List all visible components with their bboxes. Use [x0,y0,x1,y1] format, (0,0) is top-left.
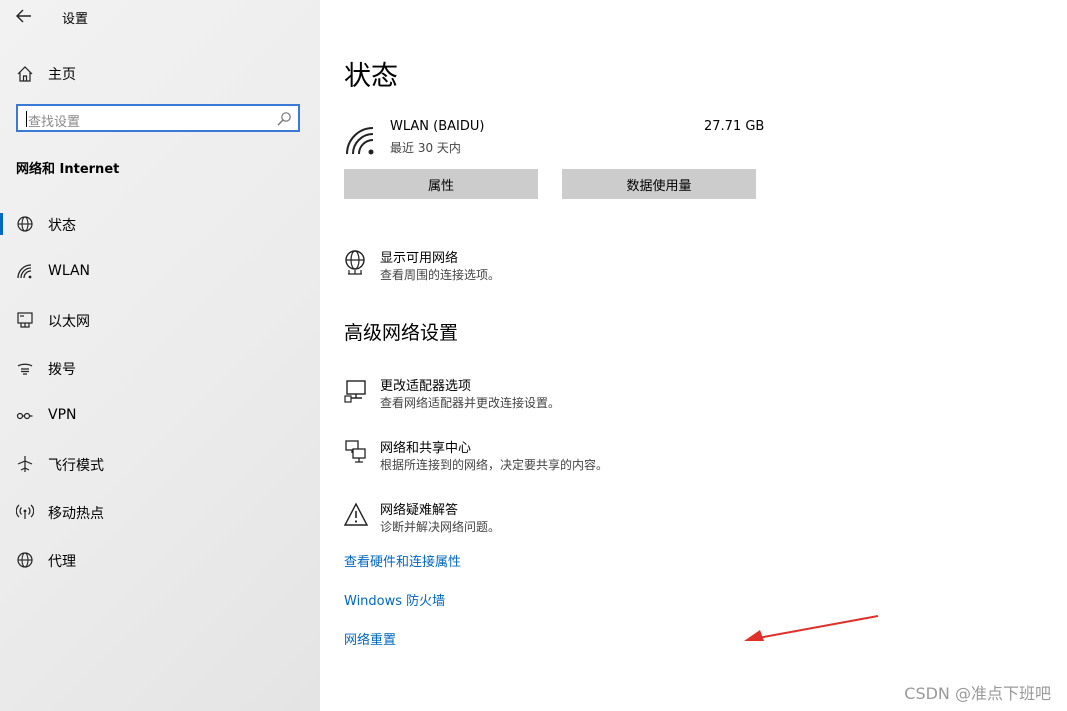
sidebar-item-hotspot[interactable]: 移动热点 [0,492,320,532]
search-placeholder: 查找设置 [28,115,81,130]
sharing-center-icon [345,440,366,463]
selection-indicator [0,213,3,235]
troubleshoot-item[interactable]: 网络疑难解答 诊断并解决网络问题。 [344,499,844,539]
hotspot-icon [16,504,34,519]
properties-button[interactable]: 属性 [344,169,538,199]
sidebar-item-label: VPN [48,407,77,423]
vpn-icon [16,412,33,420]
annotation-arrow [744,615,879,641]
sidebar-item-dialup[interactable]: 拨号 [0,348,320,388]
show-networks-subtitle: 查看周围的连接选项。 [380,268,501,282]
sidebar-item-ethernet[interactable]: 以太网 [0,300,320,340]
sidebar-item-status[interactable]: 状态 [0,204,320,244]
sidebar-item-label: 以太网 [48,314,90,330]
title-bar: 设置 [0,0,320,34]
app-title: 设置 [62,12,89,27]
sidebar-item-label: 代理 [48,554,76,570]
ethernet-icon [17,312,33,328]
troubleshoot-title: 网络疑难解答 [380,503,459,518]
wifi-icon [17,264,32,279]
sidebar-home-label: 主页 [48,67,76,83]
watermark: CSDN @准点下班吧 [904,684,1051,703]
hardware-properties-link[interactable]: 查看硬件和连接属性 [344,551,461,570]
change-adapter-options-item[interactable]: 更改适配器选项 查看网络适配器并更改连接设置。 [344,375,844,415]
troubleshoot-subtitle: 诊断并解决网络问题。 [380,520,501,534]
network-usage: 27.71 GB [704,119,765,134]
page-title: 状态 [344,61,398,92]
network-globe-icon [345,250,365,275]
network-name: WLAN (BAIDU) [390,119,485,134]
sidebar-item-label: 飞行模式 [48,458,104,474]
sharing-center-title: 网络和共享中心 [380,441,472,456]
airplane-icon [17,456,33,472]
sidebar-item-label: WLAN [48,263,91,279]
show-networks-title: 显示可用网络 [380,251,459,266]
adapter-icon [344,380,366,403]
sidebar-item-label: 移动热点 [48,506,104,522]
network-reset-link[interactable]: 网络重置 [344,629,396,648]
main-content: 状态 WLAN (BAIDU) 最近 30 天内 27.71 GB 属性 数据使… [320,0,1067,711]
home-icon [17,66,33,82]
sidebar-item-wlan[interactable]: WLAN [0,252,320,292]
wifi-signal-icon [346,127,374,155]
advanced-settings-heading: 高级网络设置 [344,322,459,344]
warning-icon [344,502,368,526]
sidebar-item-home[interactable]: 主页 [0,57,320,89]
globe-icon [17,552,33,568]
sidebar-section-title: 网络和 Internet [16,162,120,177]
sharing-center-item[interactable]: 网络和共享中心 根据所连接到的网络，决定要共享的内容。 [344,437,844,477]
sidebar-item-airplane[interactable]: 飞行模式 [0,444,320,484]
back-button[interactable] [10,5,38,27]
search-input[interactable]: 查找设置 [16,104,300,132]
search-icon[interactable] [276,111,292,127]
sidebar-item-label: 状态 [48,218,76,234]
sidebar-item-vpn[interactable]: VPN [0,396,320,436]
text-caret [26,111,27,127]
back-arrow-icon [16,9,31,23]
status-globe-icon [17,216,33,232]
sharing-center-subtitle: 根据所连接到的网络，决定要共享的内容。 [380,458,609,472]
sidebar-item-proxy[interactable]: 代理 [0,540,320,580]
network-period: 最近 30 天内 [390,141,461,155]
change-adapter-title: 更改适配器选项 [380,379,472,394]
sidebar-item-label: 拨号 [48,362,76,378]
show-networks-item[interactable]: 显示可用网络 查看周围的连接选项。 [344,247,844,287]
dialup-icon [17,363,33,375]
data-usage-button[interactable]: 数据使用量 [562,169,756,199]
windows-firewall-link[interactable]: Windows 防火墙 [344,590,445,609]
sidebar: 设置 主页 查找设置 网络和 Internet 状态 WLAN 以太网 拨号 V… [0,0,320,711]
change-adapter-subtitle: 查看网络适配器并更改连接设置。 [380,396,561,410]
